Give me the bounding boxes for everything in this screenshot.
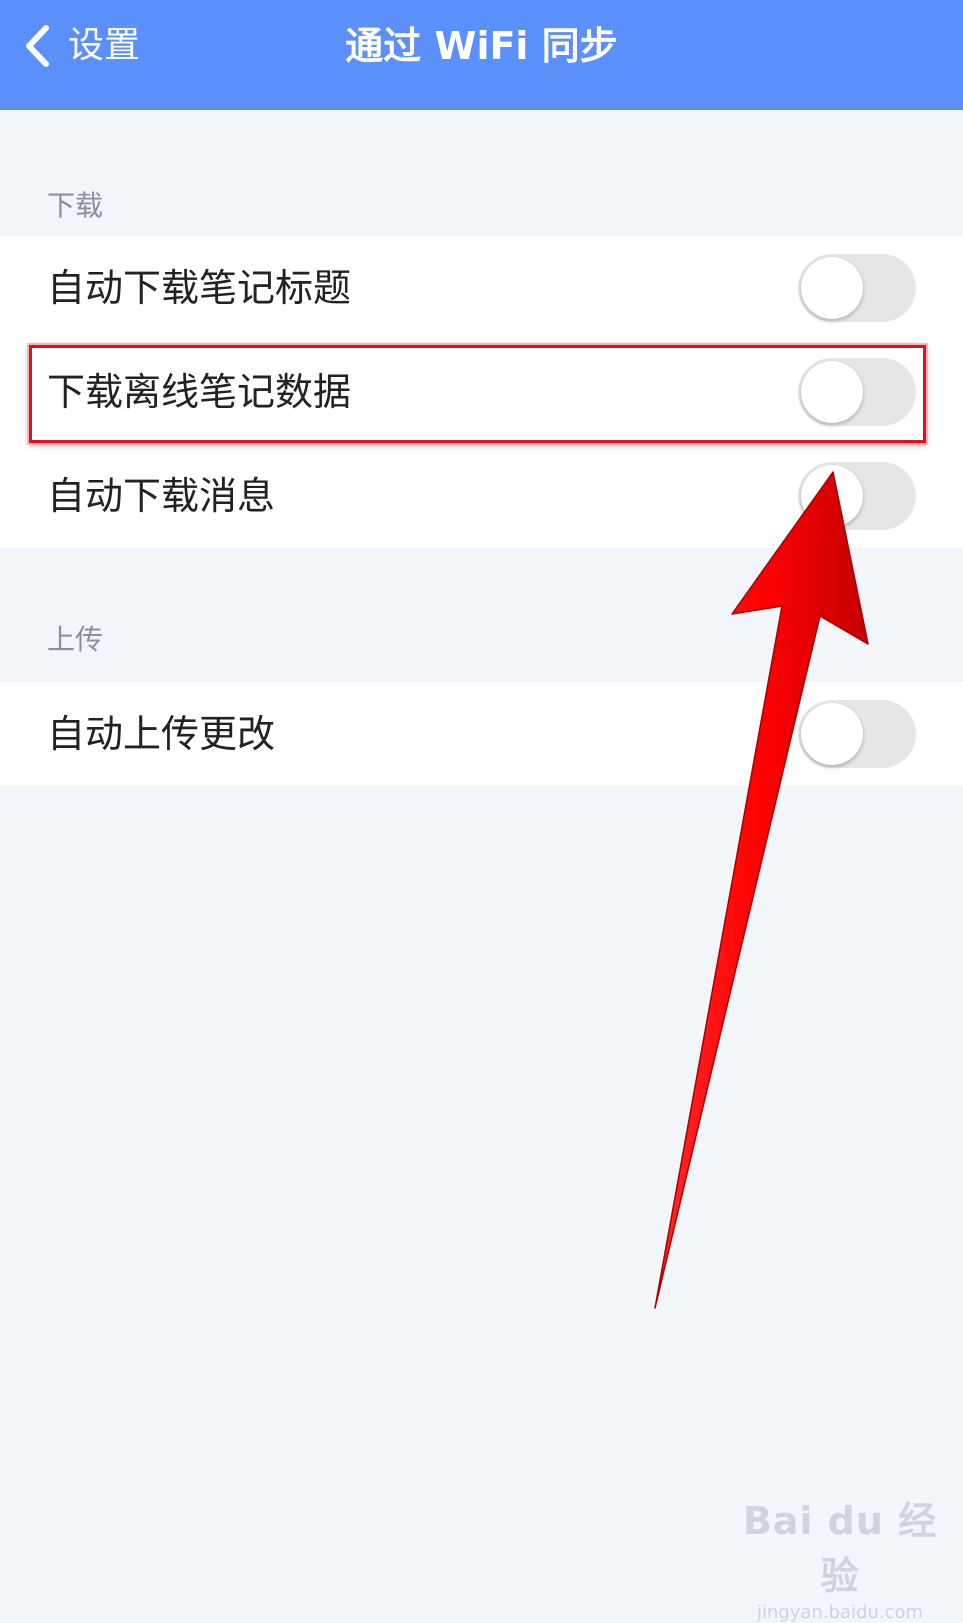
toggle-switch-off[interactable] [798, 254, 916, 322]
section-label-upload: 上传 [47, 623, 104, 656]
download-settings-group: 自动下载笔记标题 下载离线笔记数据 自动下载消息 [0, 236, 963, 548]
watermark-url: jingyan.baidu.com [756, 1602, 924, 1623]
toggle-knob [801, 703, 863, 765]
setting-label: 自动下载消息 [47, 474, 276, 518]
toggle-switch-off[interactable] [798, 462, 916, 530]
setting-row-download-offline-data[interactable]: 下载离线笔记数据 [0, 340, 963, 444]
setting-label: 自动上传更改 [47, 712, 276, 756]
setting-row-auto-upload-changes[interactable]: 自动上传更改 [0, 682, 963, 786]
toggle-knob [801, 465, 863, 527]
watermark-logo: Bai du 经验 [742, 1499, 938, 1598]
watermark: Bai du 经验 jingyan.baidu.com [735, 1490, 945, 1623]
setting-row-auto-download-titles[interactable]: 自动下载笔记标题 [0, 236, 963, 340]
setting-label: 自动下载笔记标题 [47, 266, 352, 310]
toggle-switch-off[interactable] [798, 700, 916, 768]
section-label-download: 下载 [47, 189, 104, 222]
toggle-knob [801, 257, 863, 319]
page-title: 通过 WiFi 同步 [345, 24, 618, 68]
toggle-knob [801, 361, 863, 423]
setting-label: 下载离线笔记数据 [47, 370, 352, 414]
setting-row-auto-download-messages[interactable]: 自动下载消息 [0, 444, 963, 548]
toggle-switch-off[interactable] [798, 358, 916, 426]
upload-settings-group: 自动上传更改 [0, 682, 963, 786]
nav-bar: 设置 通过 WiFi 同步 [0, 0, 963, 110]
